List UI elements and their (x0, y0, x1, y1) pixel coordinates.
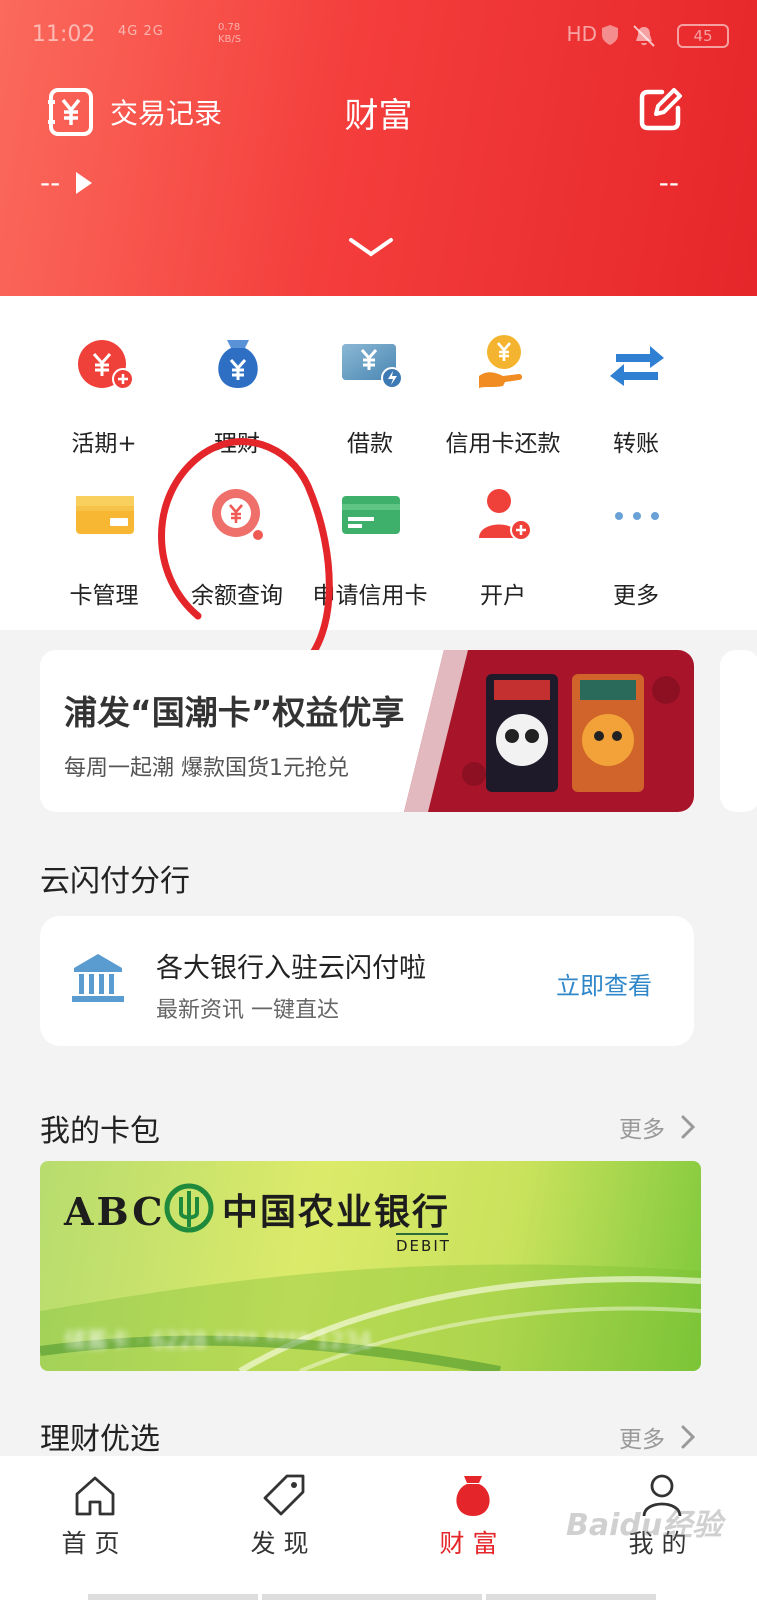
transfer-icon (610, 346, 664, 386)
wealth-section-title: 理财优选 (40, 1422, 160, 1457)
network-speed: 0.78 KB/S (218, 22, 242, 45)
grid-label: 开户 (480, 583, 526, 609)
quick-action-grid: 活期+ 理财 借款 信用卡还款 转账 卡管理 余额查询 申请信用卡 开户 更多 (0, 296, 757, 700)
abc-bank-logo-icon (164, 1183, 214, 1233)
gesture-bar-segment (486, 1594, 656, 1600)
nav-discover[interactable]: 发现 (189, 1456, 378, 1600)
gesture-bar-segment (88, 1594, 258, 1600)
watermark: Baidu经验 (566, 1508, 723, 1543)
wallet-more-link[interactable]: 更多 (619, 1110, 695, 1144)
card-manage-icon (76, 496, 134, 534)
nav-home[interactable]: 首页 (0, 1456, 189, 1600)
more-label: 更多 (619, 1427, 665, 1453)
wealth-more-link[interactable]: 更多 (619, 1420, 695, 1454)
banner-title: 浦发“国潮卡”权益优享 (64, 693, 405, 732)
balance-right-value: -- (658, 166, 679, 199)
hd-indicator: HD (566, 22, 597, 46)
unionpay-card-title: 各大银行入驻云闪付啦 (156, 953, 426, 984)
bank-building-icon (72, 954, 124, 1002)
credit-repay-icon (479, 335, 522, 388)
status-bar: 11:02 4G 2G 0.78 KB/S HD 45 (32, 22, 729, 52)
play-icon (76, 171, 93, 194)
more-label: 更多 (619, 1117, 665, 1143)
balance-left-value: -- (40, 166, 61, 199)
chevron-right-icon (681, 1425, 695, 1449)
abc-mark: ABC (64, 1189, 166, 1234)
nav-label: 首页 (61, 1529, 128, 1558)
promo-banner[interactable]: 浦发“国潮卡”权益优享 每周一起潮 爆款国货1元抢兑 (40, 650, 694, 812)
status-time: 11:02 (32, 22, 96, 47)
next-banner-peek[interactable] (720, 650, 757, 812)
chevron-right-icon (681, 1115, 695, 1139)
money-bag-icon (456, 1476, 490, 1516)
wallet-section-title: 我的卡包 (40, 1114, 160, 1149)
grid-label: 更多 (613, 583, 659, 609)
network-indicator: 4G 2G (118, 24, 164, 39)
grid-item-open-account[interactable]: 开户 (437, 448, 569, 609)
bank-name: 中国农业银行 (222, 1191, 451, 1233)
card-type: DEBIT (396, 1233, 449, 1255)
tag-icon (263, 1474, 305, 1516)
money-bag-icon (218, 340, 258, 388)
unionpay-card-subtitle: 最新资讯 一键直达 (156, 998, 339, 1023)
unionpay-card[interactable]: 各大银行入驻云闪付啦 最新资讯 一键直达 立即查看 (40, 916, 694, 1046)
gesture-bar-segment (262, 1594, 482, 1600)
nav-label: 财富 (439, 1529, 506, 1558)
bank-card[interactable]: ABC 中国农业银行 DEBIT 储蓄卡 · 6228 **** **** 12… (40, 1161, 701, 1371)
loan-icon (342, 344, 402, 389)
view-now-link[interactable]: 立即查看 (556, 966, 652, 1001)
header: 11:02 4G 2G 0.78 KB/S HD 45 交易记录 财富 -- -… (0, 0, 757, 296)
nav-wealth[interactable]: 财富 (378, 1456, 567, 1600)
grid-item-more[interactable]: 更多 (570, 448, 702, 609)
unionpay-section-title: 云闪付分行 (40, 864, 190, 899)
home-icon (75, 1476, 115, 1516)
edit-icon[interactable] (636, 86, 684, 134)
banner-cards-image (404, 650, 694, 812)
banner-subtitle: 每周一起潮 爆款国货1元抢兑 (64, 756, 349, 781)
grid-item-credit-repay[interactable]: 信用卡还款 (437, 296, 569, 457)
mute-bell-icon (633, 25, 655, 47)
more-icon (615, 512, 659, 520)
open-account-icon (479, 489, 532, 541)
grid-item-transfer[interactable]: 转账 (570, 296, 702, 457)
chevron-down-icon[interactable] (348, 236, 394, 260)
card-number-blurred: 储蓄卡 · 6228 **** **** 1234 (64, 1329, 372, 1354)
balance-left[interactable]: -- (40, 166, 93, 199)
battery-indicator: 45 (677, 24, 729, 48)
current-plus-icon (78, 340, 134, 390)
nav-label: 发现 (250, 1529, 317, 1558)
shield-icon (602, 25, 618, 45)
